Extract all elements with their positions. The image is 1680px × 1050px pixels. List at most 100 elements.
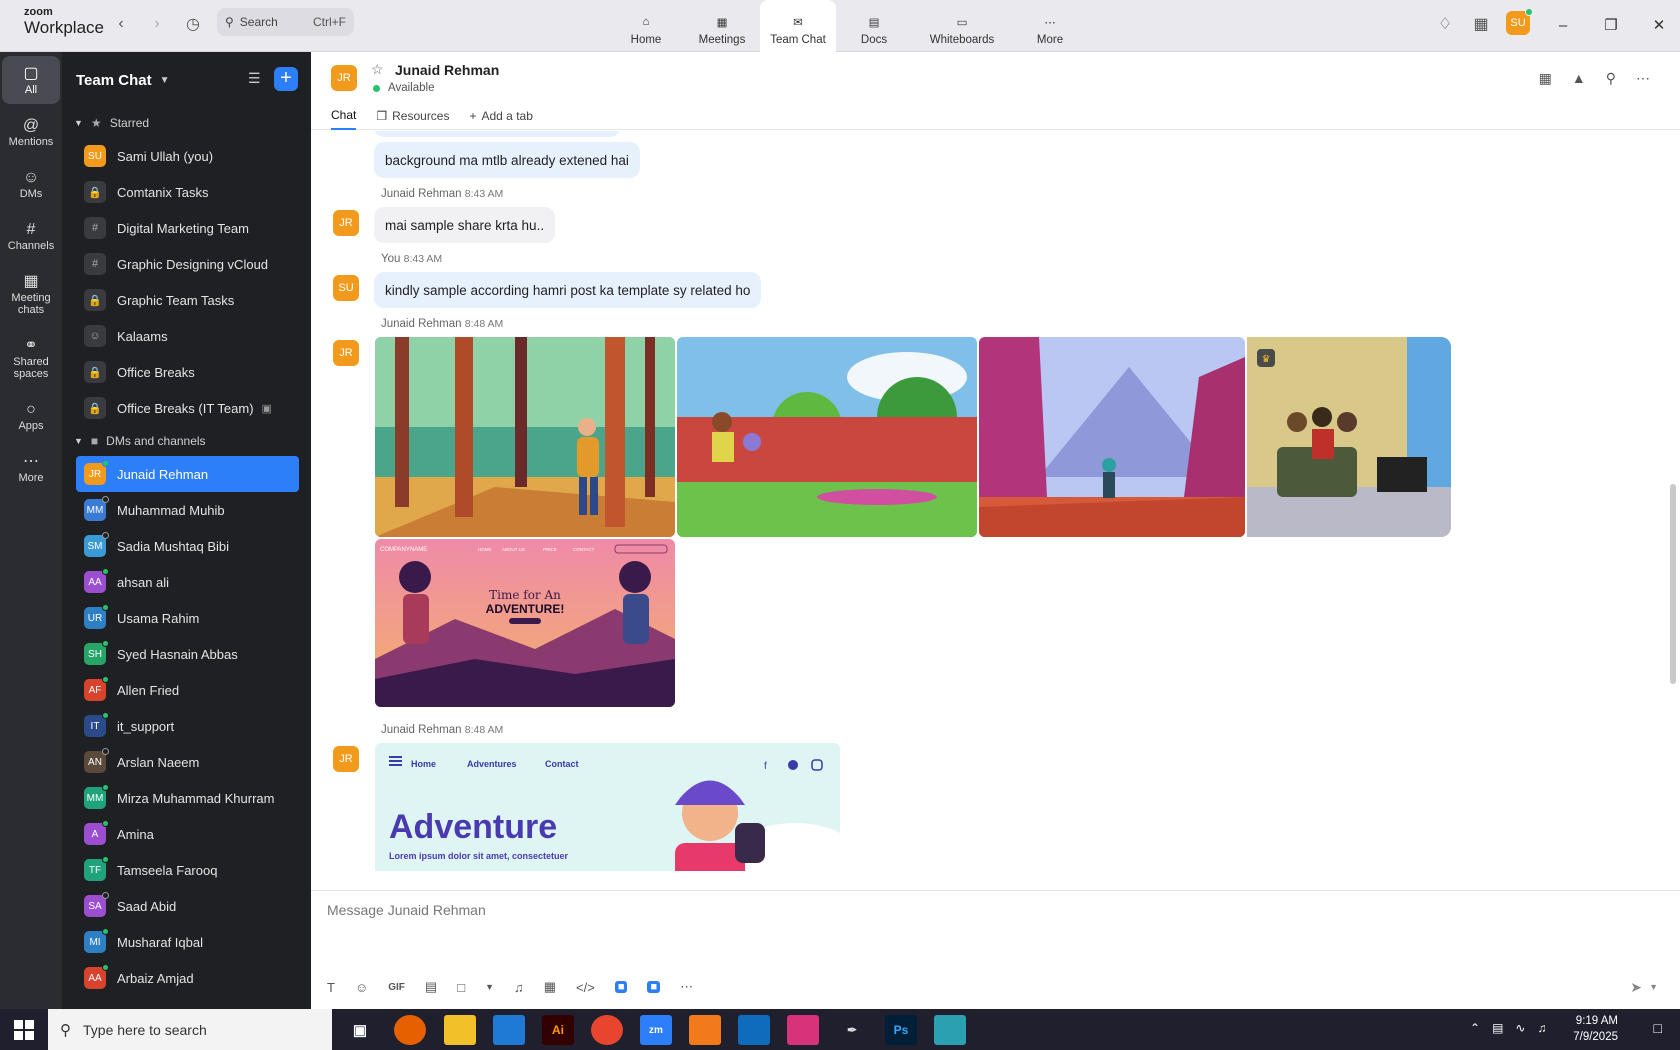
rail-channels[interactable]: # Channels <box>2 212 60 260</box>
outlook-icon[interactable] <box>738 1015 770 1045</box>
notification-icon[interactable]: □ <box>1654 1020 1662 1036</box>
image-attachment-wall[interactable] <box>677 337 977 537</box>
task-view-icon[interactable]: ▣ <box>344 1015 376 1045</box>
filter-icon[interactable]: ☰ <box>248 70 261 87</box>
user-avatar[interactable]: SU <box>1506 8 1533 35</box>
rail-more[interactable]: ⋯ More <box>2 444 60 492</box>
dm-item[interactable]: SA Saad Abid <box>62 888 311 924</box>
bell-icon[interactable]: ♢ <box>1434 13 1456 35</box>
maximize-button[interactable]: ❐ <box>1598 12 1624 38</box>
tab-chat[interactable]: Chat <box>331 102 357 130</box>
illustrator-icon[interactable]: Ai <box>542 1015 574 1045</box>
rail-mentions[interactable]: @ Mentions <box>2 108 60 156</box>
dm-item[interactable]: MM Mirza Muhammad Khurram <box>62 780 311 816</box>
message-scrollbar[interactable] <box>1670 484 1676 684</box>
nav-team-chat[interactable]: ✉ Team Chat <box>760 0 836 52</box>
contact-name[interactable]: Junaid Rehman <box>395 62 499 78</box>
network-icon[interactable]: ▤ <box>1492 1021 1503 1035</box>
dm-item[interactable]: TF Tamseela Farooq <box>62 852 311 888</box>
starred-item[interactable]: SU Sami Ullah (you) <box>62 138 311 174</box>
rail-dms[interactable]: ☺ DMs <box>2 160 60 208</box>
more-icon[interactable]: ⋯ <box>680 979 693 995</box>
sender-avatar[interactable]: JR <box>333 340 359 366</box>
chevron-down-icon[interactable]: ▼ <box>1649 982 1658 992</box>
back-arrow-icon[interactable]: ‹ <box>110 13 132 35</box>
nav-docs[interactable]: ▤ Docs <box>836 0 912 52</box>
volume-icon[interactable]: ♫ <box>1537 1021 1546 1035</box>
starred-item[interactable]: 🔒 Office Breaks <box>62 354 311 390</box>
image-attachment-adventure-landing[interactable]: COMPANYNAME HOME ABOUT US PRICE CONTACT … <box>375 539 675 707</box>
code-icon[interactable]: </> <box>576 980 595 995</box>
nav-whiteboards[interactable]: ▭ Whiteboards <box>912 0 1012 52</box>
xampp-icon[interactable] <box>689 1015 721 1045</box>
app-icon-zoom[interactable]: ■ <box>647 981 661 993</box>
nav-home[interactable]: ⌂ Home <box>608 0 684 52</box>
message-bubble[interactable]: mai sample share krta hu.. <box>374 207 556 243</box>
dm-item[interactable]: AN Arslan Naeem <box>62 744 311 780</box>
nav-meetings[interactable]: ▦ Meetings <box>684 0 760 52</box>
starred-item[interactable]: 🔒 Graphic Team Tasks <box>62 282 311 318</box>
sender-name[interactable]: Junaid Rehman <box>381 188 462 200</box>
dm-item[interactable]: MM Muhammad Muhib <box>62 492 311 528</box>
new-chat-button[interactable]: + <box>274 67 298 91</box>
rail-all[interactable]: ▢ All <box>2 56 60 104</box>
chevron-down-icon[interactable]: ▼ <box>160 75 170 86</box>
starred-item[interactable]: 🔒 Office Breaks (IT Team) ▣ <box>62 390 311 426</box>
contact-avatar[interactable]: JR <box>331 65 357 91</box>
starred-section[interactable]: ▼ ★ Starred <box>62 108 311 138</box>
rail-apps[interactable]: ○ Apps <box>2 392 60 440</box>
sender-name[interactable]: Junaid Rehman <box>381 318 462 330</box>
starred-item[interactable]: 🔒 Comtanix Tasks <box>62 174 311 210</box>
gif-button[interactable]: GIF <box>388 982 405 993</box>
nav-more[interactable]: ⋯ More <box>1012 0 1088 52</box>
image-attachment-adventure-web[interactable]: Home Adventures Contact f Adventure Lore… <box>375 743 840 871</box>
sender-avatar[interactable]: JR <box>333 210 359 236</box>
dm-item[interactable]: SM Sadia Mushtaq Bibi <box>62 528 311 564</box>
dm-item[interactable]: SH Syed Hasnain Abbas <box>62 636 311 672</box>
rail-shared-spaces[interactable]: ⚭ Shared spaces <box>2 328 60 388</box>
tab-add[interactable]: + Add a tab <box>469 102 532 130</box>
dm-item[interactable]: MI Musharaf Iqbal <box>62 924 311 960</box>
message-composer[interactable]: Message Junaid Rehman T ☺ GIF ▤ □ ▼ ♫ ▦ … <box>311 890 1680 1009</box>
sender-avatar[interactable]: SU <box>333 275 359 301</box>
screenshot-icon[interactable]: □ <box>457 980 465 995</box>
chevron-down-icon[interactable]: ▼ <box>485 982 494 992</box>
emoji-icon[interactable]: ☺ <box>355 980 368 995</box>
creative-cloud-icon[interactable] <box>787 1015 819 1045</box>
rail-meeting-chats[interactable]: ▦ Meeting chats <box>2 264 60 324</box>
forward-arrow-icon[interactable]: › <box>146 13 168 35</box>
dm-item[interactable]: JR Junaid Rehman <box>76 456 299 492</box>
message-bubble[interactable]: background ma mtlb already extened hai <box>374 142 640 178</box>
more-options-icon[interactable]: ⋯ <box>1636 70 1650 87</box>
send-icon[interactable]: ➤ <box>1630 979 1642 996</box>
firefox-icon[interactable] <box>394 1015 426 1045</box>
dms-section[interactable]: ▼ ■ DMs and channels <box>62 426 311 456</box>
taskbar-search[interactable]: ⚲ Type here to search <box>48 1009 332 1050</box>
starred-item[interactable]: # Digital Marketing Team <box>62 210 311 246</box>
chevron-up-icon[interactable]: ⌃ <box>1470 1021 1480 1035</box>
close-button[interactable]: ✕ <box>1646 12 1672 38</box>
app-icon-teal[interactable] <box>934 1015 966 1045</box>
app-icon-blue[interactable]: ■ <box>614 981 628 993</box>
image-attachment-forest[interactable] <box>375 337 675 537</box>
sender-avatar[interactable]: JR <box>333 746 359 772</box>
file-explorer-icon[interactable] <box>444 1015 476 1045</box>
wifi-icon[interactable]: ∿ <box>1515 1021 1525 1035</box>
dm-item[interactable]: A Amina <box>62 816 311 852</box>
dm-item[interactable]: AF Allen Fried <box>62 672 311 708</box>
message-bubble[interactable]: kindly sample according hamri post ka te… <box>374 272 762 308</box>
tab-resources[interactable]: ❐ Resources <box>376 102 449 130</box>
sender-name[interactable]: Junaid Rehman <box>381 724 462 736</box>
sidebar-title[interactable]: Team Chat <box>76 72 152 89</box>
screen-share-icon[interactable]: ▲ <box>1572 70 1586 87</box>
starred-item[interactable]: ☺ Kalaams <box>62 318 311 354</box>
video-message-icon[interactable]: ▦ <box>544 979 556 995</box>
image-attachment-canyon[interactable] <box>979 337 1245 537</box>
mic-icon[interactable]: ♫ <box>514 980 524 995</box>
file-icon[interactable]: ▤ <box>425 979 437 995</box>
search-icon[interactable]: ⚲ <box>1606 70 1616 87</box>
text-format-icon[interactable]: T <box>327 980 335 995</box>
windows-start-icon[interactable] <box>14 1020 34 1040</box>
dm-item[interactable]: IT it_support <box>62 708 311 744</box>
calendar-icon[interactable]: ▦ <box>1470 13 1492 35</box>
